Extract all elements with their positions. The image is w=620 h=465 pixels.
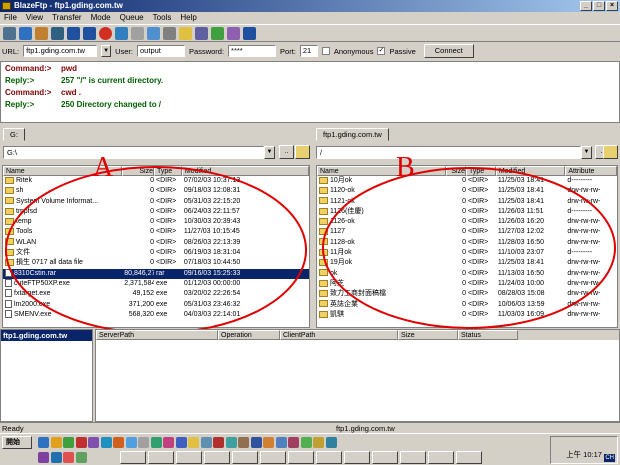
taskbar-button[interactable] [232, 451, 258, 464]
column-header-serverpath[interactable]: ServerPath [96, 330, 218, 340]
queue-list[interactable]: ServerPath Operation ClientPath Size Sta… [95, 329, 620, 422]
quick-launch-icon[interactable] [88, 437, 99, 448]
quick-launch-icon[interactable] [225, 437, 237, 448]
clock: 上午 10:17 [566, 450, 602, 459]
quick-launch-icon[interactable] [288, 437, 299, 448]
quick-launch-icon[interactable] [50, 452, 62, 463]
quick-launch-icon[interactable] [275, 437, 287, 448]
taskbar-button[interactable] [204, 451, 230, 464]
quick-launch-icon[interactable] [50, 437, 62, 448]
quick-launch-icon[interactable] [125, 437, 137, 448]
quick-launch-icon[interactable] [213, 437, 224, 448]
taskbar-button[interactable] [120, 451, 146, 464]
taskbar-button[interactable] [260, 451, 286, 464]
taskbar: 開始 上午 10:17 CH [0, 433, 620, 465]
taskbar-button[interactable] [344, 451, 370, 464]
quick-launch-icon[interactable] [113, 437, 124, 448]
quick-launch-icon[interactable] [63, 452, 74, 463]
quick-launch-icon[interactable] [250, 437, 262, 448]
taskbar-button[interactable] [288, 451, 314, 464]
quick-launch-icon[interactable] [300, 437, 312, 448]
column-header-size[interactable]: Size [398, 330, 458, 340]
quick-launch-icon[interactable] [75, 452, 87, 463]
quick-launch-icon[interactable] [163, 437, 174, 448]
quick-launch-icon[interactable] [38, 437, 49, 448]
status-bar: Ready ftp1.gding.com.tw [0, 422, 620, 433]
quick-launch-icon[interactable] [263, 437, 274, 448]
quick-launch-icon[interactable] [150, 437, 162, 448]
quick-launch-icon[interactable] [75, 437, 87, 448]
quick-launch-icon[interactable] [188, 437, 199, 448]
quick-launch-icon[interactable] [313, 437, 324, 448]
quick-launch-icon[interactable] [138, 437, 149, 448]
taskbar-button[interactable] [400, 451, 426, 464]
queue-area: ftp1.gding.com.tw ServerPath Operation C… [0, 329, 620, 422]
column-header-operation[interactable]: Operation [218, 330, 280, 340]
quick-launch-icon[interactable] [38, 452, 49, 463]
annotation-ellipse-a [5, 166, 307, 334]
language-indicator[interactable]: CH [604, 454, 615, 462]
start-button[interactable]: 開始 [2, 436, 32, 449]
annotation-ellipse-b [322, 167, 616, 329]
queue-site-list[interactable]: ftp1.gding.com.tw [0, 329, 93, 422]
quick-launch-icon[interactable] [63, 437, 74, 448]
quick-launch-icon[interactable] [175, 437, 187, 448]
system-tray: 上午 10:17 CH [550, 436, 618, 464]
column-header-clientpath[interactable]: ClientPath [280, 330, 398, 340]
taskbar-button[interactable] [176, 451, 202, 464]
taskbar-button[interactable] [148, 451, 174, 464]
queue-site-item[interactable]: ftp1.gding.com.tw [1, 330, 92, 341]
quick-launch-icon[interactable] [100, 437, 112, 448]
quick-launch-icon[interactable] [238, 437, 249, 448]
quick-launch-icon[interactable] [200, 437, 212, 448]
taskbar-button[interactable] [316, 451, 342, 464]
taskbar-button[interactable] [456, 451, 482, 464]
taskbar-button[interactable] [428, 451, 454, 464]
column-header-status[interactable]: Status [458, 330, 518, 340]
quick-launch-icon[interactable] [325, 437, 337, 448]
status-text: Ready [2, 424, 24, 433]
taskbar-button[interactable] [372, 451, 398, 464]
